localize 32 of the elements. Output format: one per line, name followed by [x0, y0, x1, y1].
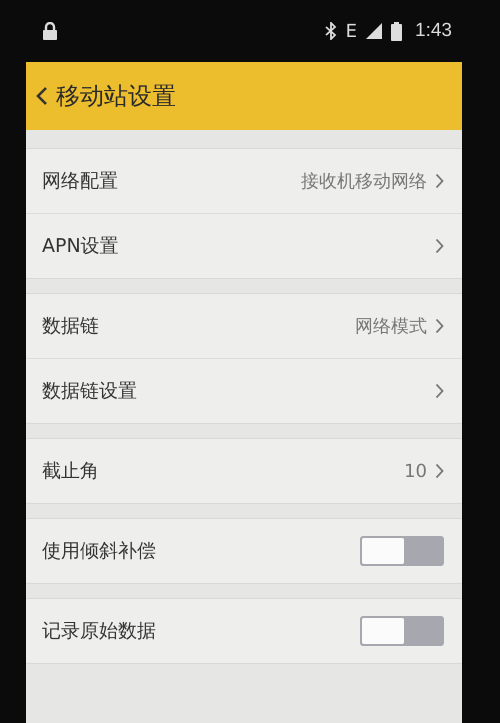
settings-row[interactable]: 数据链 网络模式	[26, 294, 462, 358]
screen-title: 移动站设置	[56, 81, 176, 112]
battery-icon	[391, 22, 402, 40]
bluetooth-icon	[324, 22, 337, 40]
row-label: 数据链	[42, 314, 99, 339]
chevron-icon	[435, 238, 444, 254]
row-label: APN设置	[42, 234, 119, 259]
row-value: 10	[404, 460, 427, 482]
row-value: 网络模式	[355, 315, 427, 338]
clock: 1:43	[415, 20, 452, 42]
chevron-icon	[435, 463, 444, 479]
back-icon[interactable]	[36, 86, 48, 106]
chevron-icon	[435, 318, 444, 334]
toggle-switch[interactable]	[360, 536, 444, 566]
settings-row[interactable]: 记录原始数据	[26, 599, 462, 663]
settings-row[interactable]: APN设置	[26, 213, 462, 278]
settings-row[interactable]: 网络配置 接收机移动网络	[26, 149, 462, 213]
toggle-switch[interactable]	[360, 616, 444, 646]
signal-icon	[366, 23, 382, 39]
chevron-icon	[435, 383, 444, 399]
row-label: 网络配置	[42, 169, 118, 194]
lock-icon	[42, 22, 58, 40]
network-type: E	[346, 20, 358, 42]
row-value: 接收机移动网络	[301, 170, 427, 193]
settings-row[interactable]: 截止角 10	[26, 439, 462, 503]
row-label: 截止角	[42, 459, 99, 484]
row-label: 使用倾斜补偿	[42, 539, 156, 564]
settings-row[interactable]: 使用倾斜补偿	[26, 519, 462, 583]
row-label: 记录原始数据	[42, 619, 156, 644]
chevron-icon	[435, 173, 444, 189]
row-label: 数据链设置	[42, 379, 137, 404]
settings-row[interactable]: 数据链设置	[26, 358, 462, 423]
